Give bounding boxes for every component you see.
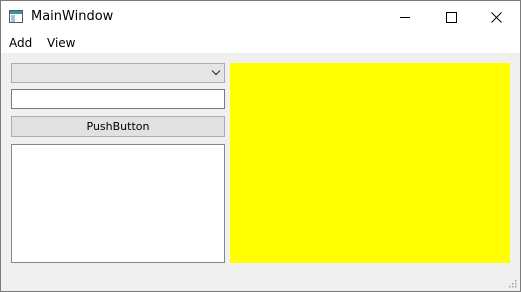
list-view[interactable] (11, 144, 225, 263)
app-window-icon (9, 10, 23, 23)
maximize-button[interactable] (428, 1, 474, 33)
close-icon (491, 12, 502, 23)
minimize-icon (400, 17, 410, 18)
minimize-button[interactable] (382, 1, 428, 33)
resize-grip-icon[interactable] (507, 278, 517, 288)
title-bar[interactable]: MainWindow (1, 1, 520, 33)
menu-view[interactable]: View (47, 36, 75, 50)
yellow-canvas[interactable] (230, 63, 510, 263)
menu-add[interactable]: Add (9, 36, 32, 50)
main-window: MainWindow Add View PushButton (0, 0, 521, 292)
text-input[interactable] (11, 89, 225, 109)
maximize-icon (446, 12, 457, 23)
window-title: MainWindow (31, 9, 114, 24)
combo-box[interactable] (11, 63, 225, 83)
chevron-down-icon (211, 70, 221, 76)
menu-bar: Add View (1, 33, 520, 53)
close-button[interactable] (474, 1, 520, 33)
push-button[interactable]: PushButton (11, 116, 225, 137)
